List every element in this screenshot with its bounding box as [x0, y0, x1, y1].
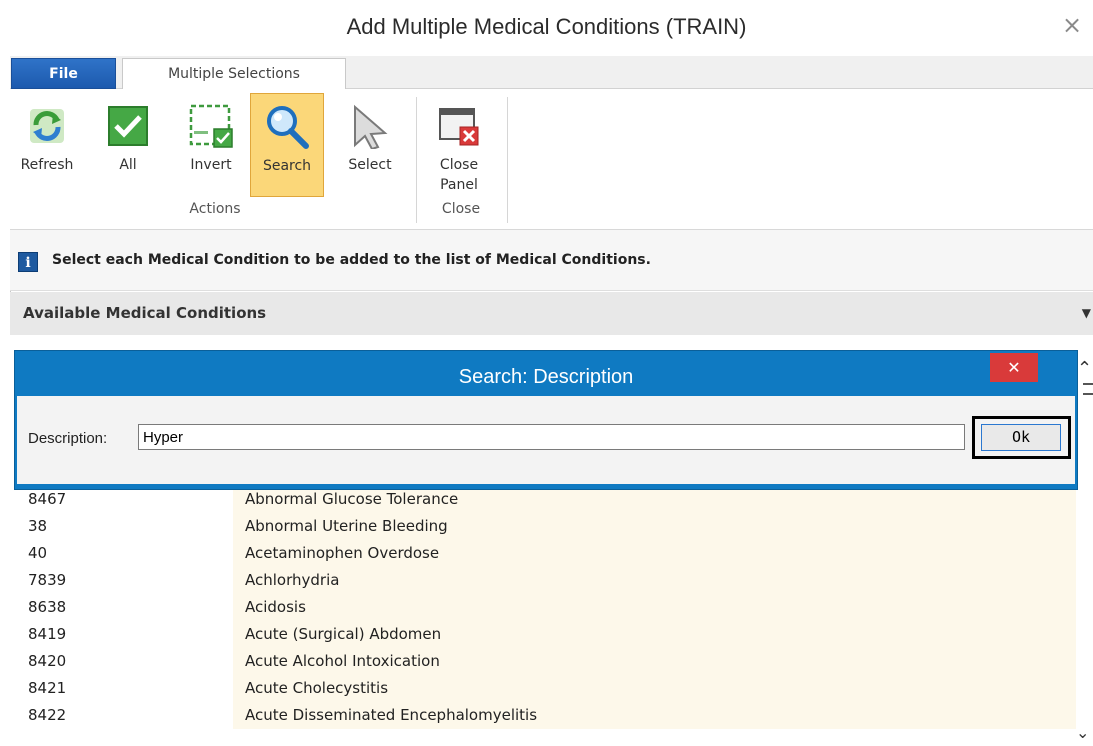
list-item[interactable]: 8419 Acute (Surgical) Abdomen [10, 621, 1076, 648]
ok-button[interactable]: Ok [981, 424, 1061, 451]
list-item[interactable]: 8422 Acute Disseminated Encephalomyeliti… [10, 702, 1076, 729]
condition-description: Acute Cholecystitis [233, 675, 1076, 702]
condition-description: Acidosis [233, 594, 1076, 621]
condition-description: Acute Disseminated Encephalomyelitis [233, 702, 1076, 729]
list-item[interactable]: 8638 Acidosis [10, 594, 1076, 621]
window-close-button[interactable]: × [1059, 12, 1085, 38]
all-label: All [119, 157, 137, 173]
info-icon: i [18, 252, 38, 272]
ribbon-group-separator [416, 97, 417, 223]
list-item[interactable]: 40 Acetaminophen Overdose [10, 540, 1076, 567]
close-panel-button[interactable]: Close Panel [420, 93, 498, 197]
condition-description: Acute (Surgical) Abdomen [233, 621, 1076, 648]
condition-code: 8467 [28, 490, 67, 508]
title-bar: Add Multiple Medical Conditions (TRAIN) … [0, 0, 1093, 56]
condition-description: Abnormal Uterine Bleeding [233, 513, 1076, 540]
condition-description: Abnormal Glucose Tolerance [233, 486, 1076, 513]
collapse-arrow-icon[interactable]: ▼ [1082, 306, 1091, 320]
close-panel-label: Close Panel [439, 157, 479, 193]
invert-button[interactable]: Invert [178, 93, 244, 197]
list-item[interactable]: 38 Abnormal Uterine Bleeding [10, 513, 1076, 540]
search-button[interactable]: Search [250, 93, 324, 197]
available-conditions-header[interactable]: Available Medical Conditions ▼ [10, 292, 1093, 335]
ribbon-panel: Refresh All Invert Search Select Close P… [10, 89, 1093, 230]
search-dialog-title: Search: Description [458, 366, 634, 388]
description-input[interactable] [138, 424, 965, 450]
scroll-up-icon[interactable]: ⌃ [1077, 358, 1092, 379]
dialog-close-button[interactable]: ✕ [990, 353, 1038, 382]
condition-code: 8419 [28, 625, 67, 643]
condition-code: 40 [28, 544, 48, 562]
list-scrollbar[interactable]: ⌃ ⌄ [1076, 335, 1093, 746]
tab-multiple-selections[interactable]: Multiple Selections [122, 58, 346, 91]
select-label: Select [348, 157, 392, 173]
condition-code: 8420 [28, 652, 67, 670]
search-label: Search [262, 158, 312, 174]
ribbon-group-separator [507, 97, 508, 223]
condition-code: 8638 [28, 598, 67, 616]
info-message: Select each Medical Condition to be adde… [52, 252, 651, 268]
condition-description: Acetaminophen Overdose [233, 540, 1076, 567]
scroll-thumb[interactable] [1083, 383, 1093, 395]
group-label-actions: Actions [189, 201, 241, 217]
search-dialog: Search: Description ✕ Description: Ok [14, 350, 1078, 490]
window-title: Add Multiple Medical Conditions (TRAIN) [346, 14, 747, 39]
close-panel-icon [439, 108, 479, 146]
condition-description: Acute Alcohol Intoxication [233, 648, 1076, 675]
list-item[interactable]: 8420 Acute Alcohol Intoxication [10, 648, 1076, 675]
condition-description: Achlorhydria [233, 567, 1076, 594]
condition-code: 38 [28, 517, 48, 535]
cursor-arrow-icon [354, 104, 388, 149]
invert-label: Invert [190, 157, 232, 173]
info-bar: i Select each Medical Condition to be ad… [10, 230, 1093, 291]
condition-code: 7839 [28, 571, 67, 589]
condition-code: 8421 [28, 679, 67, 697]
search-dialog-body: Description: Ok [17, 396, 1075, 484]
refresh-label: Refresh [20, 157, 74, 173]
select-button[interactable]: Select [336, 93, 404, 197]
description-label: Description: [28, 430, 108, 447]
ribbon-tab-row: File Multiple Selections [10, 56, 1093, 91]
section-title: Available Medical Conditions [23, 304, 267, 322]
ok-button-highlight: Ok [972, 416, 1071, 459]
refresh-button[interactable]: Refresh [12, 93, 82, 197]
check-all-icon [108, 106, 148, 146]
group-label-close: Close [441, 201, 481, 217]
select-all-button[interactable]: All [106, 93, 150, 197]
invert-selection-icon [189, 104, 233, 148]
refresh-icon [30, 109, 64, 143]
tab-file[interactable]: File [11, 58, 116, 89]
scroll-down-icon[interactable]: ⌄ [1076, 723, 1089, 742]
list-item[interactable]: 8467 Abnormal Glucose Tolerance [10, 486, 1076, 513]
condition-code: 8422 [28, 706, 67, 724]
list-item[interactable]: 7839 Achlorhydria [10, 567, 1076, 594]
list-item[interactable]: 8421 Acute Cholecystitis [10, 675, 1076, 702]
magnifier-icon [267, 106, 309, 149]
